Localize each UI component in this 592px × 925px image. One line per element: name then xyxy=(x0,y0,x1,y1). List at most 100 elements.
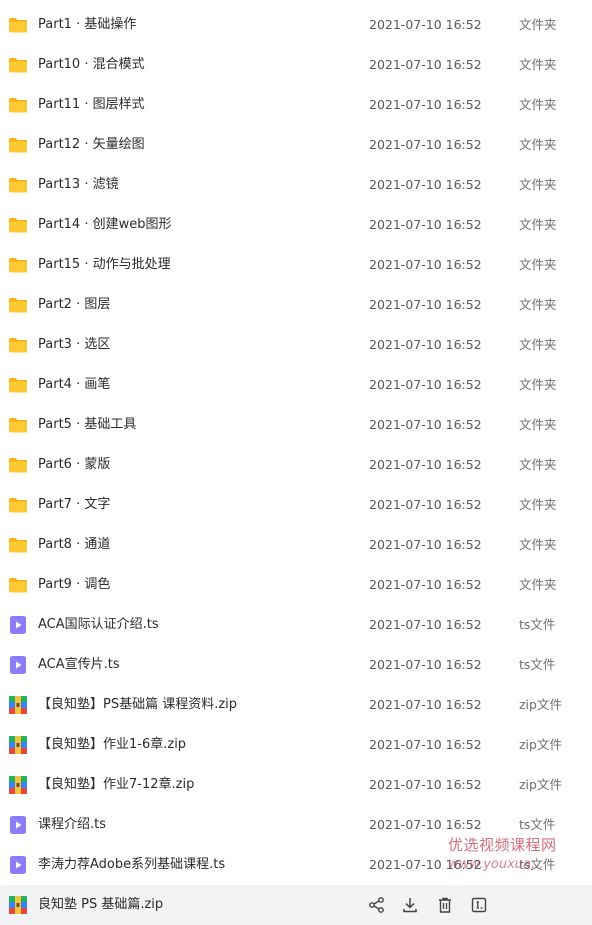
file-name[interactable]: Part6 · 蒙版 xyxy=(38,445,110,485)
file-row[interactable]: ACA宣传片.ts 2021-07-10 16:52 ts文件 xyxy=(0,645,592,685)
modified-date: 2021-07-10 16:52 xyxy=(369,777,482,792)
folder-icon xyxy=(8,535,28,555)
modified-date: 2021-07-10 16:52 xyxy=(369,137,482,152)
file-name[interactable]: Part9 · 调色 xyxy=(38,565,110,605)
folder-icon xyxy=(8,135,28,155)
folder-icon xyxy=(8,335,28,355)
video-file-icon xyxy=(8,655,28,675)
file-type: ts文件 xyxy=(519,617,556,632)
folder-row[interactable]: Part10 · 混合模式 2021-07-10 16:52 文件夹 xyxy=(0,45,592,85)
file-type: 文件夹 xyxy=(519,257,557,272)
file-name[interactable]: Part2 · 图层 xyxy=(38,285,110,325)
modified-date: 2021-07-10 16:52 xyxy=(369,657,482,672)
file-name[interactable]: Part13 · 滤镜 xyxy=(38,165,119,205)
file-type: 文件夹 xyxy=(519,137,557,152)
file-type: 文件夹 xyxy=(519,217,557,232)
delete-icon[interactable] xyxy=(436,895,454,915)
file-row[interactable]: ACA国际认证介绍.ts 2021-07-10 16:52 ts文件 xyxy=(0,605,592,645)
file-name[interactable]: ACA宣传片.ts xyxy=(38,645,120,685)
file-name[interactable]: Part8 · 通道 xyxy=(38,525,110,565)
folder-row[interactable]: Part14 · 创建web图形 2021-07-10 16:52 文件夹 xyxy=(0,205,592,245)
file-type: 文件夹 xyxy=(519,457,557,472)
folder-icon xyxy=(8,295,28,315)
file-type: 文件夹 xyxy=(519,577,557,592)
file-name[interactable]: Part14 · 创建web图形 xyxy=(38,205,172,245)
modified-date: 2021-07-10 16:52 xyxy=(369,337,482,352)
file-name[interactable]: Part1 · 基础操作 xyxy=(38,5,136,45)
file-row[interactable]: 【良知塾】PS基础篇 课程资料.zip 2021-07-10 16:52 zip文件 xyxy=(0,685,592,725)
folder-row[interactable]: Part12 · 矢量绘图 2021-07-10 16:52 文件夹 xyxy=(0,125,592,165)
zip-file-icon xyxy=(8,735,28,755)
file-type: 文件夹 xyxy=(519,97,557,112)
modified-date: 2021-07-10 16:52 xyxy=(369,417,482,432)
file-name[interactable]: 良知塾 PS 基础篇.zip xyxy=(38,885,163,925)
folder-row[interactable]: Part11 · 图层样式 2021-07-10 16:52 文件夹 xyxy=(0,85,592,125)
file-name[interactable]: Part11 · 图层样式 xyxy=(38,85,145,125)
folder-row[interactable]: Part3 · 选区 2021-07-10 16:52 文件夹 xyxy=(0,325,592,365)
zip-file-icon xyxy=(8,895,28,915)
file-name[interactable]: 李涛力荐Adobe系列基础课程.ts xyxy=(38,845,225,885)
folder-icon xyxy=(8,495,28,515)
video-file-icon xyxy=(8,615,28,635)
modified-date: 2021-07-10 16:52 xyxy=(369,17,482,32)
modified-date: 2021-07-10 16:52 xyxy=(369,377,482,392)
file-type: 文件夹 xyxy=(519,57,557,72)
file-name[interactable]: Part4 · 画笔 xyxy=(38,365,110,405)
folder-row[interactable]: Part13 · 滤镜 2021-07-10 16:52 文件夹 xyxy=(0,165,592,205)
download-icon[interactable] xyxy=(401,895,419,915)
folder-row[interactable]: Part5 · 基础工具 2021-07-10 16:52 文件夹 xyxy=(0,405,592,445)
folder-icon xyxy=(8,175,28,195)
folder-icon xyxy=(8,215,28,235)
folder-row[interactable]: Part7 · 文字 2021-07-10 16:52 文件夹 xyxy=(0,485,592,525)
file-type: ts文件 xyxy=(519,657,556,672)
modified-date: 2021-07-10 16:52 xyxy=(369,817,482,832)
file-name[interactable]: Part7 · 文字 xyxy=(38,485,110,525)
file-name[interactable]: Part12 · 矢量绘图 xyxy=(38,125,145,165)
rename-icon[interactable] xyxy=(470,895,488,915)
folder-icon xyxy=(8,55,28,75)
folder-icon xyxy=(8,15,28,35)
file-type: zip文件 xyxy=(519,697,562,712)
folder-row[interactable]: Part2 · 图层 2021-07-10 16:52 文件夹 xyxy=(0,285,592,325)
modified-date: 2021-07-10 16:52 xyxy=(369,577,482,592)
video-file-icon xyxy=(8,815,28,835)
file-row[interactable]: 【良知塾】作业7-12章.zip 2021-07-10 16:52 zip文件 xyxy=(0,765,592,805)
file-name[interactable]: Part5 · 基础工具 xyxy=(38,405,136,445)
folder-icon xyxy=(8,375,28,395)
file-type: 文件夹 xyxy=(519,537,557,552)
folder-row[interactable]: Part8 · 通道 2021-07-10 16:52 文件夹 xyxy=(0,525,592,565)
share-icon[interactable] xyxy=(368,895,386,915)
file-row[interactable]: 课程介绍.ts 2021-07-10 16:52 ts文件 xyxy=(0,805,592,845)
file-type: 文件夹 xyxy=(519,17,557,32)
folder-row[interactable]: Part9 · 调色 2021-07-10 16:52 文件夹 xyxy=(0,565,592,605)
folder-row[interactable]: Part6 · 蒙版 2021-07-10 16:52 文件夹 xyxy=(0,445,592,485)
file-name[interactable]: Part15 · 动作与批处理 xyxy=(38,245,171,285)
file-name[interactable]: 【良知塾】PS基础篇 课程资料.zip xyxy=(38,685,237,725)
modified-date: 2021-07-10 16:52 xyxy=(369,297,482,312)
modified-date: 2021-07-10 16:52 xyxy=(369,257,482,272)
file-type: 文件夹 xyxy=(519,337,557,352)
file-name[interactable]: 【良知塾】作业1-6章.zip xyxy=(38,725,186,765)
file-name[interactable]: 【良知塾】作业7-12章.zip xyxy=(38,765,194,805)
file-type: 文件夹 xyxy=(519,177,557,192)
file-name[interactable]: Part10 · 混合模式 xyxy=(38,45,145,85)
modified-date: 2021-07-10 16:52 xyxy=(369,57,482,72)
modified-date: 2021-07-10 16:52 xyxy=(369,97,482,112)
file-name[interactable]: Part3 · 选区 xyxy=(38,325,110,365)
file-name[interactable]: 课程介绍.ts xyxy=(38,805,106,845)
folder-icon xyxy=(8,415,28,435)
modified-date: 2021-07-10 16:52 xyxy=(369,457,482,472)
video-file-icon xyxy=(8,855,28,875)
file-row[interactable]: 良知塾 PS 基础篇.zip xyxy=(0,885,592,925)
modified-date: 2021-07-10 16:52 xyxy=(369,537,482,552)
folder-icon xyxy=(8,455,28,475)
file-name[interactable]: ACA国际认证介绍.ts xyxy=(38,605,159,645)
folder-row[interactable]: Part4 · 画笔 2021-07-10 16:52 文件夹 xyxy=(0,365,592,405)
folder-row[interactable]: Part15 · 动作与批处理 2021-07-10 16:52 文件夹 xyxy=(0,245,592,285)
folder-icon xyxy=(8,575,28,595)
file-row[interactable]: 【良知塾】作业1-6章.zip 2021-07-10 16:52 zip文件 xyxy=(0,725,592,765)
file-row[interactable]: 李涛力荐Adobe系列基础课程.ts 2021-07-10 16:52 ts文件 xyxy=(0,845,592,885)
folder-row[interactable]: Part1 · 基础操作 2021-07-10 16:52 文件夹 xyxy=(0,5,592,45)
modified-date: 2021-07-10 16:52 xyxy=(369,177,482,192)
file-type: 文件夹 xyxy=(519,417,557,432)
